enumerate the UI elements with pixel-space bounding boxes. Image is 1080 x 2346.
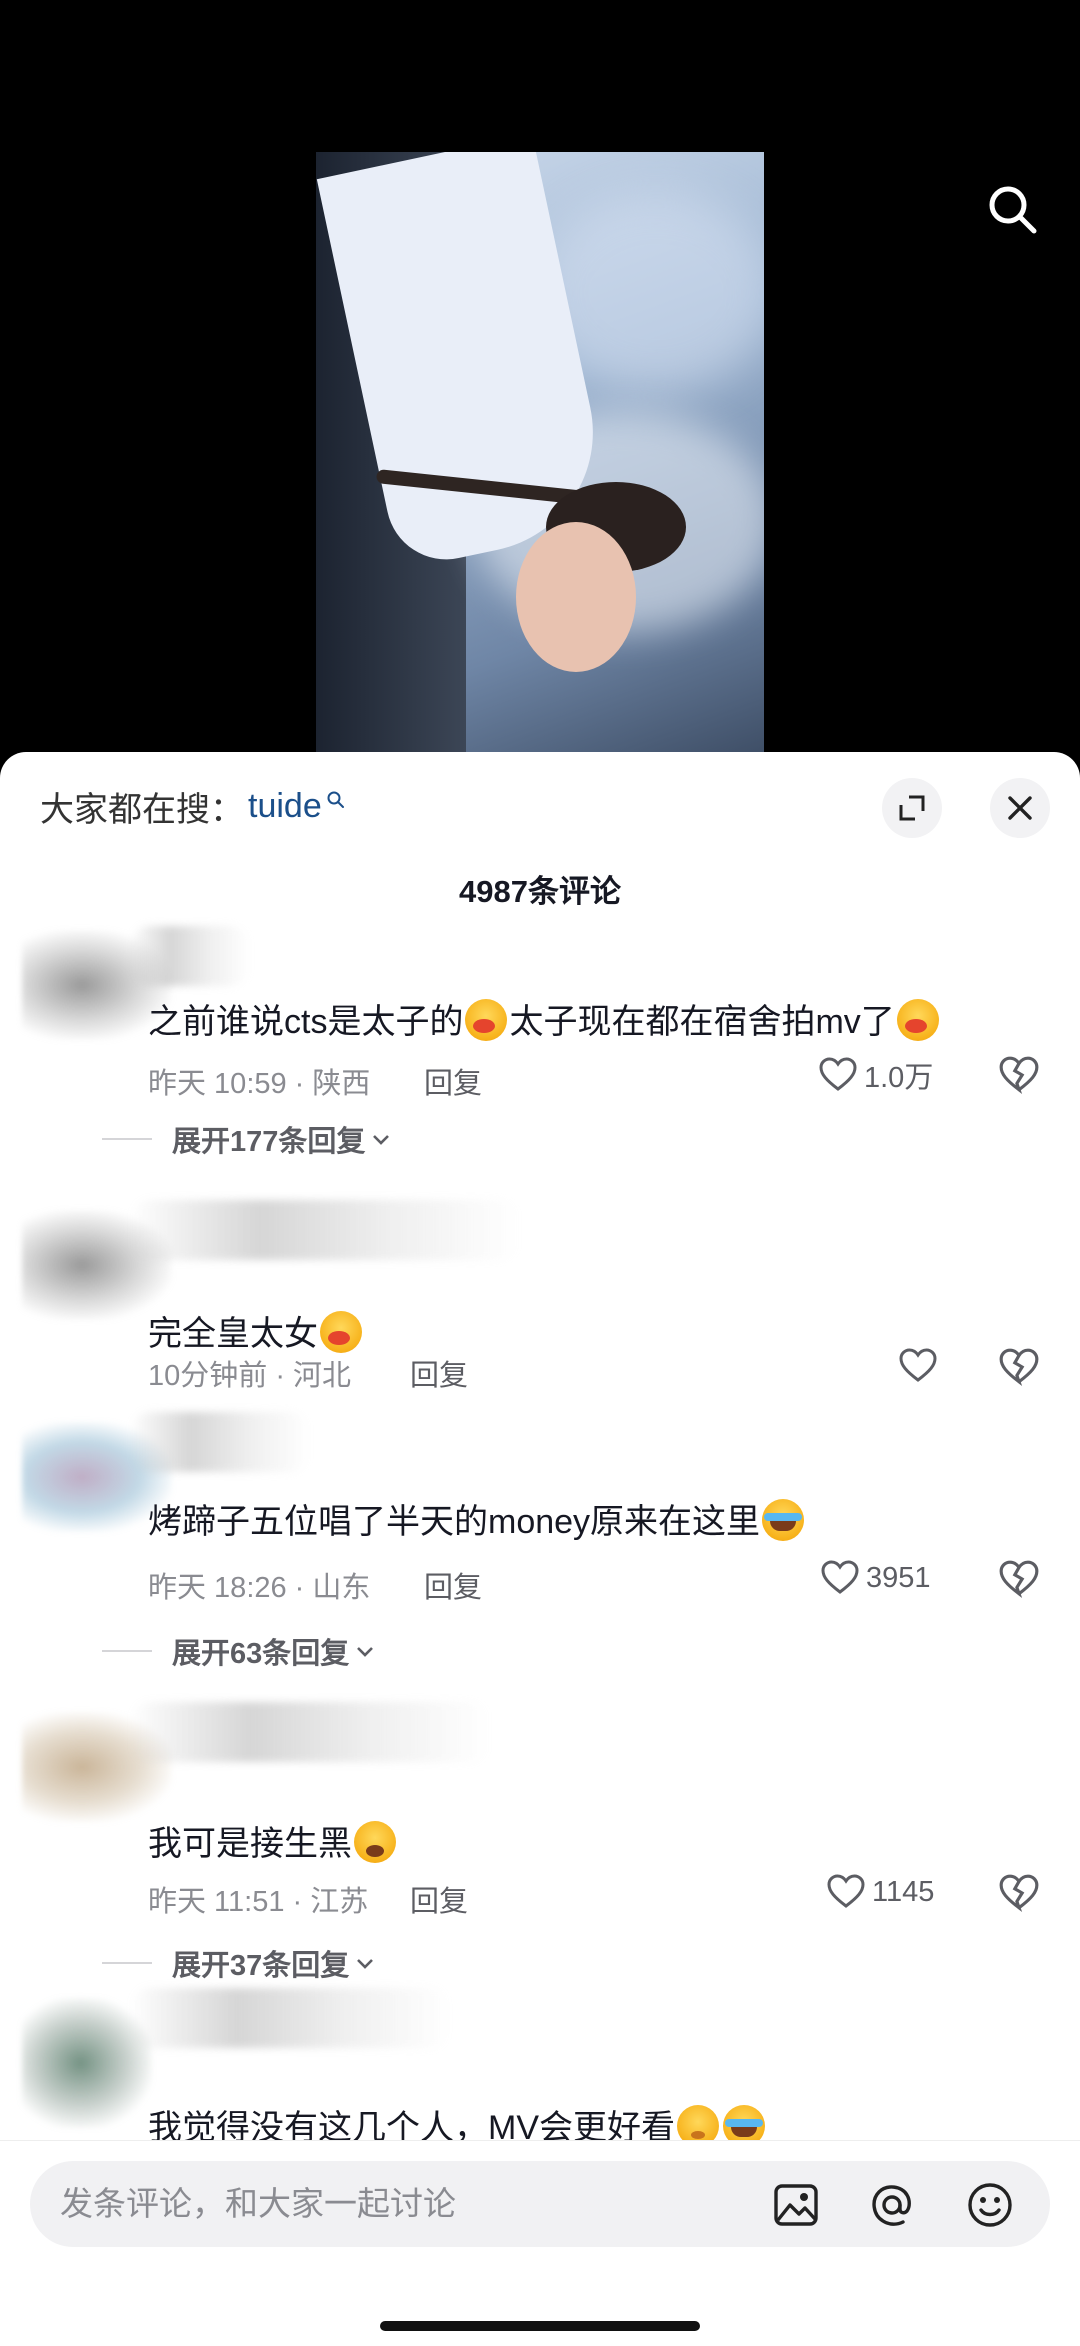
comment-item[interactable]: 我觉得没有这几个人，MV会更好看 <box>0 1978 1080 2148</box>
broken-heart-icon[interactable] <box>998 1054 1040 1096</box>
video-area[interactable] <box>0 0 1080 760</box>
close-icon <box>1008 796 1032 820</box>
kiss-emoji <box>465 999 508 1041</box>
chevron-down-icon <box>357 1647 374 1657</box>
like-count: 1.0万 <box>864 1062 934 1094</box>
like-button[interactable]: 1.0万 <box>818 1054 933 1096</box>
comment-text: 完全皇太女 <box>148 1306 364 1355</box>
sob-emoji <box>354 1821 396 1863</box>
video-thumbnail[interactable] <box>316 152 764 752</box>
heart-icon <box>899 1348 937 1382</box>
divider <box>102 1650 152 1652</box>
like-button[interactable]: 1145 <box>826 1872 934 1912</box>
expand-replies-button[interactable]: 展开63条回复 <box>102 1630 377 1672</box>
divider <box>102 1962 152 1964</box>
comment-meta: 昨天 11:51 · 江苏 <box>148 1886 369 1918</box>
comment-sheet: 大家都在搜： tuide 4987条评论 之前谁说cts是太子的 太子现在都在宿舍… <box>0 752 1080 2346</box>
like-count: 3951 <box>866 1561 931 1594</box>
comment-text: 烤蹄子五位唱了半天的money原来在这里 <box>148 1494 806 1543</box>
search-icon <box>327 791 344 808</box>
comment-item[interactable]: 完全皇太女 10分钟前 · 河北 回复 <box>0 1200 1080 1392</box>
heart-icon <box>827 1874 865 1908</box>
comment-item[interactable]: 之前谁说cts是太子的 太子现在都在宿舍拍mv了 昨天 10:59 · 陕西 回复… <box>0 920 1080 1158</box>
image-button[interactable] <box>770 2179 822 2231</box>
at-icon <box>872 2185 911 2226</box>
username-blurred[interactable] <box>130 1702 490 1762</box>
broken-heart-icon[interactable] <box>998 1558 1040 1600</box>
expand-replies-button[interactable]: 展开177条回复 <box>102 1118 393 1160</box>
kiss-emoji <box>896 999 939 1041</box>
image-icon <box>774 2184 818 2226</box>
broken-heart-icon[interactable] <box>998 1872 1040 1914</box>
comment-item[interactable]: 我可是接生黑 昨天 11:51 · 江苏 回复 1145 展开37条回复 <box>0 1692 1080 1982</box>
like-count: 1145 <box>872 1875 935 1908</box>
comment-item[interactable]: 烤蹄子五位唱了半天的money原来在这里 昨天 18:26 · 山东 回复 39… <box>0 1412 1080 1670</box>
reply-button[interactable]: 回复 <box>410 1878 468 1920</box>
chevron-down-icon <box>373 1135 390 1145</box>
video-person-face <box>516 522 636 672</box>
search-icon <box>989 186 1037 233</box>
expand-button[interactable] <box>882 778 942 838</box>
kiss-emoji <box>320 1311 362 1353</box>
broken-heart-icon[interactable] <box>998 1346 1040 1388</box>
comment-meta: 10分钟前 · 河北 <box>148 1360 352 1392</box>
username-blurred[interactable] <box>130 1988 450 2048</box>
comment-meta: 昨天 10:59 · 陕西 <box>148 1068 371 1100</box>
heart-icon <box>819 1057 857 1091</box>
emoji-button[interactable] <box>964 2179 1016 2231</box>
reply-button[interactable]: 回复 <box>410 1352 468 1394</box>
comment-text: 之前谁说cts是太子的 太子现在都在宿舍拍mv了 <box>148 994 941 1043</box>
comment-input-bar <box>0 2140 1080 2346</box>
username-blurred[interactable] <box>130 1200 520 1260</box>
expand-icon <box>899 795 925 821</box>
username-blurred[interactable] <box>130 1412 310 1472</box>
like-button[interactable]: 3951 <box>820 1558 931 1598</box>
home-indicator[interactable] <box>380 2321 700 2331</box>
close-button[interactable] <box>990 778 1050 838</box>
username-blurred[interactable] <box>130 926 250 986</box>
like-button[interactable] <box>898 1346 944 1386</box>
mention-button[interactable] <box>866 2179 918 2231</box>
divider <box>102 1138 152 1140</box>
comment-meta: 昨天 18:26 · 山东 <box>148 1572 371 1604</box>
reply-button[interactable]: 回复 <box>424 1564 482 1606</box>
search-button[interactable] <box>980 178 1044 242</box>
comments-count: 4987条评论 <box>459 874 621 909</box>
smiley-icon <box>968 2183 1012 2227</box>
trending-prefix: 大家都在搜： <box>40 791 244 829</box>
reply-button[interactable]: 回复 <box>424 1060 482 1102</box>
chevron-down-icon <box>357 1959 374 1969</box>
comment-text: 我可是接生黑 <box>148 1816 398 1865</box>
trending-keyword[interactable]: tuide <box>248 787 322 826</box>
cry-laugh-emoji <box>762 1499 805 1541</box>
heart-icon <box>821 1560 859 1594</box>
trending-search[interactable]: 大家都在搜： tuide <box>40 782 346 831</box>
